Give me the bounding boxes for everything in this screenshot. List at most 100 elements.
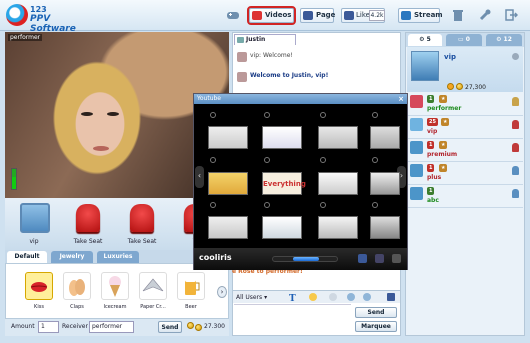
- wall-prev-arrow-icon[interactable]: ‹: [195, 166, 204, 188]
- wall-scroll-slider[interactable]: [272, 256, 338, 262]
- video-thumbnail[interactable]: [370, 216, 400, 239]
- facebook-like-button[interactable]: Like 4.2k: [341, 8, 385, 23]
- chat-message: vip: Welcome!: [237, 52, 397, 62]
- user-list-panel: ⚙ 5 ▭ 0 ⚙ 12 vip 27,300 1 ★ performer 25…: [405, 32, 525, 336]
- user-name: plus: [427, 174, 442, 181]
- chat-message-text: Welcome to Justin, vip!: [250, 72, 329, 79]
- play-icon[interactable]: [320, 112, 326, 118]
- amount-input[interactable]: 1: [38, 321, 59, 333]
- seat-take[interactable]: Take Seat: [65, 201, 111, 249]
- send-gift-button[interactable]: Send: [158, 321, 182, 333]
- gift-next-arrow-icon[interactable]: ›: [217, 286, 227, 298]
- facebook-share-icon[interactable]: [358, 254, 367, 263]
- chair-icon: [76, 204, 100, 232]
- tab-default[interactable]: Default: [7, 251, 47, 263]
- gamepad-icon[interactable]: [226, 9, 240, 21]
- video-thumbnail[interactable]: [370, 172, 400, 195]
- text-format-icon[interactable]: T: [289, 293, 297, 304]
- video-thumbnail[interactable]: Everything: [262, 172, 306, 195]
- play-icon[interactable]: [210, 157, 216, 163]
- user-row[interactable]: 1 ★ plus: [408, 162, 523, 185]
- play-icon[interactable]: [320, 157, 326, 163]
- tab-jewelry[interactable]: Jewelry: [51, 251, 93, 263]
- play-icon[interactable]: [264, 202, 270, 208]
- video-thumbnail[interactable]: [208, 126, 248, 149]
- video-thumbnail[interactable]: [208, 216, 248, 239]
- play-icon[interactable]: [372, 157, 378, 163]
- user-row[interactable]: 1 ★ premium: [408, 139, 523, 162]
- twitter-share-icon[interactable]: [375, 254, 384, 263]
- play-icon[interactable]: [372, 202, 378, 208]
- video-thumbnail[interactable]: [208, 172, 248, 195]
- tab-count: 5: [426, 36, 431, 43]
- level-badge: 1: [427, 187, 435, 195]
- video-detail: [93, 146, 109, 151]
- thumbnail-title: Everything: [263, 180, 306, 188]
- vip-avatar: [20, 203, 50, 233]
- tab-luxuries[interactable]: Luxuries: [97, 251, 139, 263]
- fullscreen-icon[interactable]: [392, 254, 401, 263]
- user-row[interactable]: 1 abc: [408, 185, 523, 208]
- gift-beer[interactable]: Beer: [176, 272, 206, 316]
- chat-input[interactable]: [234, 304, 351, 335]
- slider-knob[interactable]: [293, 257, 319, 261]
- chat-tab[interactable]: Justin: [234, 34, 296, 45]
- gift-claps[interactable]: Claps: [62, 272, 92, 316]
- user-status-icon[interactable]: [512, 189, 519, 198]
- video-thumbnail[interactable]: [318, 172, 358, 195]
- emoticon-icon[interactable]: [309, 293, 317, 301]
- play-icon[interactable]: [210, 202, 216, 208]
- exit-icon[interactable]: [504, 9, 519, 21]
- chat-send-button[interactable]: Send: [355, 307, 397, 318]
- gift-kiss[interactable]: Kiss: [24, 272, 54, 316]
- video-thumbnail[interactable]: [318, 126, 358, 149]
- tab-guests[interactable]: ▭ 0: [446, 34, 482, 46]
- popup-title-bar[interactable]: Youtube ×: [194, 94, 407, 104]
- user-status-icon[interactable]: [512, 120, 519, 129]
- chat-target-select[interactable]: All Users ▾: [236, 293, 272, 302]
- play-icon[interactable]: [264, 157, 270, 163]
- seat-vip[interactable]: vip: [11, 201, 57, 249]
- user-options-icon[interactable]: [363, 293, 371, 301]
- user-avatar-icon: [410, 141, 423, 154]
- play-icon[interactable]: [320, 202, 326, 208]
- speaker-icon: [237, 52, 247, 62]
- trash-icon[interactable]: [451, 9, 465, 21]
- like-thumb-icon: [344, 11, 354, 20]
- seat-take[interactable]: Take Seat: [119, 201, 165, 249]
- play-icon[interactable]: [264, 112, 270, 118]
- user-row[interactable]: 25 ★ vip: [408, 116, 523, 139]
- play-icon[interactable]: [210, 112, 216, 118]
- facebook-share-icon[interactable]: [387, 293, 395, 301]
- gift-menu-icon[interactable]: [329, 293, 337, 301]
- level-badge: 1: [427, 164, 435, 172]
- gift-icecream[interactable]: Icecream: [100, 272, 130, 316]
- user-status-icon[interactable]: [512, 166, 519, 175]
- video-thumbnail[interactable]: [370, 126, 400, 149]
- facebook-page-button[interactable]: Page: [300, 8, 335, 23]
- user-status-icon[interactable]: [512, 97, 519, 106]
- gift-label: Icecream: [103, 304, 127, 310]
- tab-fans[interactable]: ⚙ 12: [486, 34, 522, 46]
- tab-label: Jewelry: [59, 253, 85, 260]
- video-thumbnail[interactable]: [318, 216, 358, 239]
- video-thumbnail[interactable]: [262, 126, 302, 149]
- volume-meter[interactable]: [11, 168, 17, 190]
- user-row[interactable]: 1 ★ performer: [408, 93, 523, 116]
- wrench-icon[interactable]: [478, 9, 492, 21]
- close-icon[interactable]: ×: [398, 94, 404, 104]
- settings-gear-icon[interactable]: [512, 53, 519, 60]
- marquee-button[interactable]: Marquee: [355, 321, 397, 332]
- video-thumbnail[interactable]: [262, 216, 302, 239]
- gift-paper-crane[interactable]: Paper Cr...: [138, 272, 168, 316]
- user-status-icon[interactable]: [512, 143, 519, 152]
- my-profile-card[interactable]: vip 27,300: [407, 47, 523, 92]
- receiver-input[interactable]: performer: [89, 321, 134, 333]
- stream-button[interactable]: Stream: [398, 8, 443, 23]
- play-icon[interactable]: [372, 112, 378, 118]
- speaker-icon: [237, 72, 247, 82]
- options-icon[interactable]: [347, 293, 355, 301]
- tab-users[interactable]: ⚙ 5: [408, 34, 442, 46]
- youtube-popup: Youtube × ‹ › Everything cooliris: [193, 93, 408, 270]
- videos-button[interactable]: Videos: [247, 6, 296, 25]
